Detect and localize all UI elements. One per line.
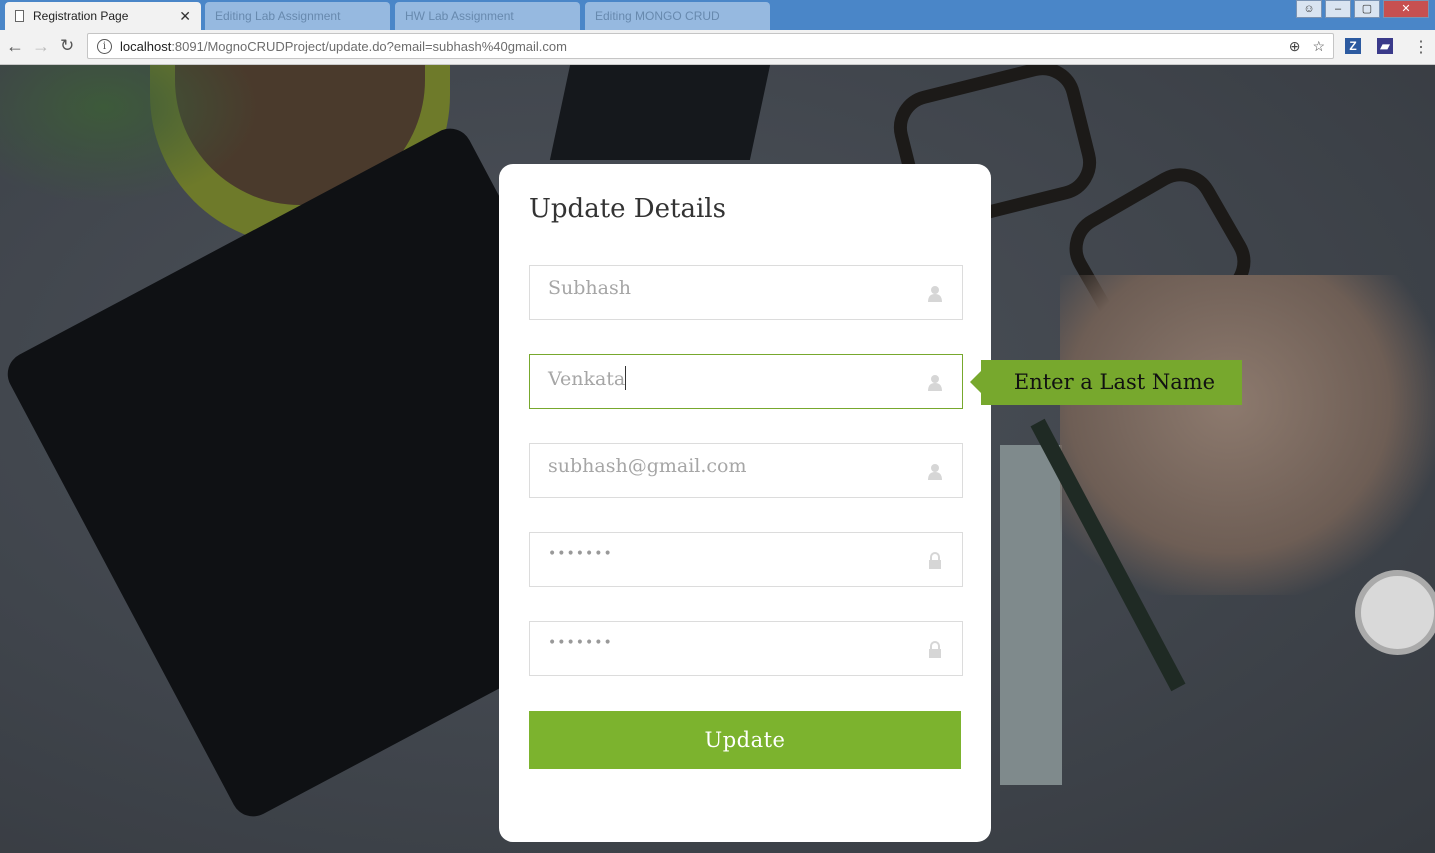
zotero-extension-icon[interactable]: Z [1345, 38, 1361, 54]
password-value: ••••••• [548, 546, 613, 562]
zoom-icon[interactable]: ⊕ [1289, 38, 1301, 55]
last-name-value: Venkata [548, 366, 627, 390]
tab-title: Editing Lab Assignment [215, 9, 341, 23]
reload-icon[interactable]: ↻ [60, 36, 74, 56]
last-name-text: Venkata [548, 368, 626, 390]
update-form-card: Update Details Subhash Venkata subhash@g… [499, 164, 991, 842]
extension-icon[interactable]: ▰ [1377, 38, 1393, 54]
tab-background-1[interactable]: Editing Lab Assignment [205, 2, 390, 30]
tab-background-2[interactable]: HW Lab Assignment [395, 2, 580, 30]
minimize-button[interactable]: – [1325, 0, 1351, 18]
lock-icon [929, 641, 941, 658]
password-field[interactable]: ••••••• [529, 532, 963, 587]
url-host: localhost [120, 38, 172, 54]
tab-title: Editing MONGO CRUD [595, 9, 720, 23]
last-name-field[interactable]: Venkata [529, 354, 963, 409]
update-button[interactable]: Update [529, 711, 961, 769]
tab-background-3[interactable]: Editing MONGO CRUD [585, 2, 770, 30]
first-name-value: Subhash [548, 277, 631, 299]
menu-kebab-icon[interactable]: ⋮ [1413, 37, 1429, 57]
url-path: :8091/MognoCRUDProject/update.do?email=s… [171, 38, 567, 54]
address-bar[interactable]: i localhost:8091/MognoCRUDProject/update… [87, 33, 1334, 59]
email-field[interactable]: subhash@gmail.com [529, 443, 963, 498]
tab-title: HW Lab Assignment [405, 9, 514, 23]
maximize-button[interactable]: ▢ [1354, 0, 1380, 18]
close-tab-icon[interactable]: ✕ [179, 8, 191, 25]
text-caret [625, 366, 627, 390]
user-icon [928, 464, 942, 480]
tab-title: Registration Page [33, 9, 129, 23]
document-icon [15, 10, 24, 22]
hand-image [1060, 275, 1435, 595]
email-value: subhash@gmail.com [548, 455, 747, 477]
tab-registration-page[interactable]: Registration Page ✕ [5, 2, 201, 30]
close-window-button[interactable]: ✕ [1383, 0, 1429, 18]
browser-toolbar: ← → ↻ i localhost:8091/MognoCRUDProject/… [0, 30, 1435, 65]
confirm-password-value: ••••••• [548, 635, 613, 651]
lock-icon [929, 552, 941, 569]
black-wallet-image [549, 65, 771, 160]
first-name-field[interactable]: Subhash [529, 265, 963, 320]
validation-tooltip: Enter a Last Name [970, 360, 1242, 405]
window-controls: ☺ – ▢ ✕ [1296, 0, 1429, 18]
confirm-password-field[interactable]: ••••••• [529, 621, 963, 676]
wristwatch-image [1355, 570, 1435, 655]
plant-leaves-image [0, 65, 260, 205]
paper-image [1000, 445, 1062, 785]
user-icon [928, 286, 942, 302]
browser-tabstrip: Registration Page ✕ Editing Lab Assignme… [0, 0, 1435, 30]
form-title: Update Details [529, 194, 726, 224]
user-icon [928, 375, 942, 391]
forward-arrow-icon[interactable]: → [32, 36, 50, 57]
user-icon[interactable]: ☺ [1296, 0, 1322, 18]
page-background: Update Details Subhash Venkata subhash@g… [0, 65, 1435, 853]
omnibox-icons: ⊕ ☆ [1289, 38, 1325, 55]
bookmark-star-icon[interactable]: ☆ [1312, 38, 1325, 55]
info-icon[interactable]: i [97, 38, 112, 54]
back-arrow-icon[interactable]: ← [6, 36, 24, 57]
